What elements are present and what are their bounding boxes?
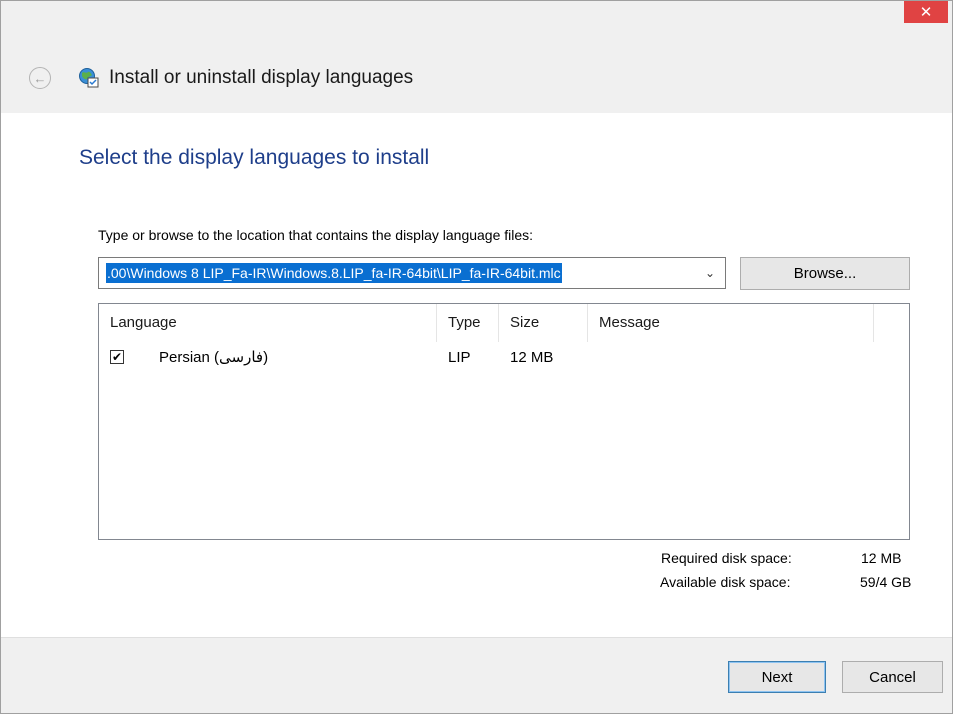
row-size: 12 MB [510,349,554,366]
row-type: LIP [448,349,471,366]
required-space-label: Required disk space: [661,550,792,566]
row-language: Persian (فارسی) [159,349,269,366]
path-instruction-label: Type or browse to the location that cont… [98,227,534,243]
available-space-value: 59/4 GB [860,574,912,590]
page-heading: Select the display languages to install [79,146,430,169]
path-combobox[interactable]: .00\Windows 8 LIP_Fa-IR\Windows.8.LIP_fa… [98,257,726,289]
back-button[interactable]: ← [29,67,51,89]
close-icon: ✕ [919,3,933,21]
column-header-type[interactable]: Type [437,304,499,342]
column-header-size[interactable]: Size [499,304,588,342]
checkmark-icon: ✔ [111,350,123,364]
available-space-label: Available disk space: [660,574,791,590]
list-header: Language Type Size Message [99,304,909,342]
path-input-value[interactable]: .00\Windows 8 LIP_Fa-IR\Windows.8.LIP_fa… [106,263,562,283]
dialog-window: ✕ ← Install or uninstall display languag… [0,0,953,714]
cancel-button[interactable]: Cancel [842,661,943,693]
language-globe-icon [79,68,99,88]
browse-button[interactable]: Browse... [740,257,910,290]
title-bar [1,1,952,113]
required-space-value: 12 MB [861,550,902,566]
column-header-language[interactable]: Language [99,304,437,342]
language-list[interactable]: Language Type Size Message ✔ Persian (فا… [98,303,910,540]
back-arrow-icon: ← [33,70,47,86]
close-button[interactable]: ✕ [904,1,948,23]
column-header-message[interactable]: Message [588,304,874,342]
chevron-down-icon[interactable]: ⌄ [702,264,718,282]
next-button[interactable]: Next [728,661,826,693]
list-item[interactable]: ✔ Persian (فارسی) LIP 12 MB [99,344,909,372]
language-checkbox[interactable]: ✔ [110,350,124,364]
window-title: Install or uninstall display languages [109,67,414,88]
